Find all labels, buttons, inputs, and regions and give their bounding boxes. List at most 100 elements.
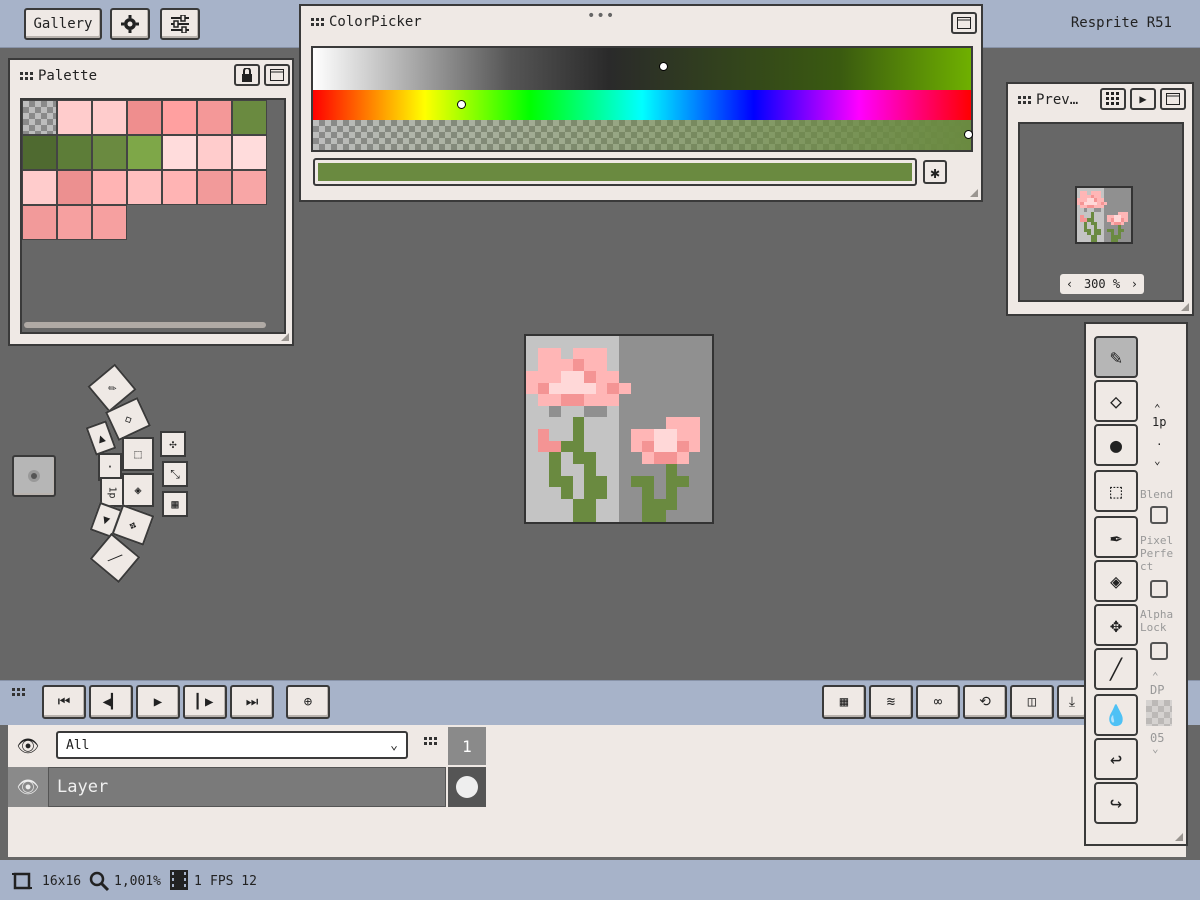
radial-move-small[interactable]: ✣ xyxy=(160,431,186,457)
tool-fill[interactable]: ◈ xyxy=(1094,560,1138,602)
loop-button[interactable]: ∞ xyxy=(916,685,960,719)
palette-swatch[interactable] xyxy=(127,135,162,170)
add-frame-button[interactable]: ⊕ xyxy=(286,685,330,719)
size-up-icon[interactable]: ⌃ xyxy=(1154,402,1161,415)
next-frame-button[interactable]: ▎▶ xyxy=(183,685,227,719)
colorpicker-title-bar[interactable]: ColorPicker xyxy=(311,14,422,30)
layers-button[interactable]: ≋ xyxy=(869,685,913,719)
resize-handle[interactable] xyxy=(281,333,289,341)
palette-swatch[interactable] xyxy=(162,100,197,135)
zoom-control[interactable]: ‹ 300 % › xyxy=(1060,274,1144,294)
layer-visibility-toggle[interactable]: 👁 xyxy=(8,767,48,807)
layer-row[interactable]: Layer xyxy=(48,767,446,807)
pingpong-button[interactable]: ⟲ xyxy=(963,685,1007,719)
drawing-canvas[interactable] xyxy=(524,334,714,524)
palette-swatch[interactable] xyxy=(22,100,57,135)
gallery-button[interactable]: Gallery xyxy=(24,8,102,40)
palette-lock-button[interactable] xyxy=(234,64,260,86)
resize-handle[interactable] xyxy=(1181,303,1189,311)
preview-menu-button[interactable] xyxy=(1160,88,1186,110)
radial-select[interactable]: ⬚ xyxy=(122,437,154,471)
preview-grid-button[interactable] xyxy=(1100,88,1126,110)
zoom-prev-icon[interactable]: ‹ xyxy=(1066,277,1073,291)
palette-swatch[interactable] xyxy=(57,100,92,135)
slider-knob[interactable] xyxy=(457,100,466,109)
last-frame-button[interactable]: ⏭ xyxy=(230,685,274,719)
play-button[interactable]: ▶ xyxy=(136,685,180,719)
palette-menu-button[interactable] xyxy=(264,64,290,86)
settings-button[interactable] xyxy=(110,8,150,40)
visibility-toggle-all[interactable]: 👁 xyxy=(8,727,48,765)
palette-swatch[interactable] xyxy=(22,170,57,205)
palette-swatch[interactable] xyxy=(22,205,57,240)
layer-filter-select[interactable]: All ⌄ xyxy=(56,731,408,759)
palette-swatch[interactable] xyxy=(57,170,92,205)
first-frame-button[interactable]: ⏮ xyxy=(42,685,86,719)
tool-eraser[interactable]: ◇ xyxy=(1094,380,1138,422)
radial-resize[interactable]: ⤡ xyxy=(162,461,188,487)
alpha-lock-checkbox[interactable] xyxy=(1150,642,1168,660)
undo-button[interactable]: ↩ xyxy=(1094,738,1138,780)
drag-handle-icon[interactable]: ••• xyxy=(587,8,615,24)
resize-handle[interactable] xyxy=(970,189,978,197)
palette-swatch[interactable] xyxy=(92,205,127,240)
grip-icon[interactable] xyxy=(424,737,437,745)
size-down-icon[interactable]: ⌄ xyxy=(1154,454,1161,467)
palette-swatch[interactable] xyxy=(162,170,197,205)
blend-checkbox[interactable] xyxy=(1150,506,1168,524)
dither-pattern-icon[interactable] xyxy=(1146,700,1172,726)
palette-swatch[interactable] xyxy=(197,135,232,170)
alpha-slider[interactable] xyxy=(313,120,973,150)
palette-swatch[interactable] xyxy=(127,100,162,135)
dp-down-icon[interactable]: ⌄ xyxy=(1152,742,1159,755)
slider-knob[interactable] xyxy=(964,130,973,139)
palette-swatch[interactable] xyxy=(162,135,197,170)
frame-number[interactable]: 1 xyxy=(448,727,486,765)
color-menu-button[interactable]: ✱ xyxy=(923,160,947,184)
tool-eyedropper[interactable]: ✒ xyxy=(1094,516,1138,558)
canvas-pixel xyxy=(654,464,666,476)
palette-swatch[interactable] xyxy=(57,205,92,240)
value-slider[interactable] xyxy=(313,48,971,90)
tool-pencil[interactable]: ✎ xyxy=(1094,336,1138,378)
tool-smudge[interactable]: 💧 xyxy=(1094,694,1138,736)
palette-swatch[interactable] xyxy=(57,135,92,170)
floating-menu-button[interactable] xyxy=(12,455,56,497)
tool-shade[interactable]: ● xyxy=(1094,424,1138,466)
radial-fill[interactable]: ◈ xyxy=(122,473,154,507)
palette-swatch[interactable] xyxy=(197,100,232,135)
preview-play-button[interactable]: ▶ xyxy=(1130,88,1156,110)
current-color-field[interactable] xyxy=(313,158,917,186)
pixel-perfect-checkbox[interactable] xyxy=(1150,580,1168,598)
palette-swatch[interactable] xyxy=(127,170,162,205)
palette-swatch[interactable] xyxy=(92,100,127,135)
tool-line[interactable]: ╱ xyxy=(1094,648,1138,690)
zoom-next-icon[interactable]: › xyxy=(1131,277,1138,291)
grip-icon[interactable] xyxy=(12,688,25,696)
slider-knob[interactable] xyxy=(659,62,668,71)
dp-up-icon[interactable]: ⌃ xyxy=(1152,670,1159,683)
prev-frame-button[interactable]: ◀▎ xyxy=(89,685,133,719)
resize-handle[interactable] xyxy=(1175,833,1183,841)
palette-swatch[interactable] xyxy=(22,135,57,170)
palette-scrollbar[interactable] xyxy=(24,322,266,328)
redo-button[interactable]: ↪ xyxy=(1094,782,1138,824)
preview-title-bar[interactable]: Prev… xyxy=(1018,92,1078,108)
radial-checker[interactable]: ▦ xyxy=(162,491,188,517)
palette-title-bar[interactable]: Palette xyxy=(20,68,97,84)
tool-select[interactable]: ⬚ xyxy=(1094,470,1138,512)
timeline-extra-button[interactable]: ⤓ xyxy=(1057,685,1087,719)
onion-grid-button[interactable]: ▦ xyxy=(822,685,866,719)
palette-swatch[interactable] xyxy=(92,135,127,170)
colorpicker-menu-button[interactable] xyxy=(951,12,977,34)
adjustments-button[interactable] xyxy=(160,8,200,40)
palette-swatch[interactable] xyxy=(92,170,127,205)
palette-swatch[interactable] xyxy=(232,135,267,170)
hue-slider[interactable] xyxy=(313,90,971,120)
frame-settings-button[interactable]: ◫ xyxy=(1010,685,1054,719)
tool-move[interactable]: ✥ xyxy=(1094,604,1138,646)
palette-swatch[interactable] xyxy=(197,170,232,205)
palette-swatch[interactable] xyxy=(232,170,267,205)
palette-swatch[interactable] xyxy=(232,100,267,135)
layer-frame-cell[interactable] xyxy=(448,767,486,807)
